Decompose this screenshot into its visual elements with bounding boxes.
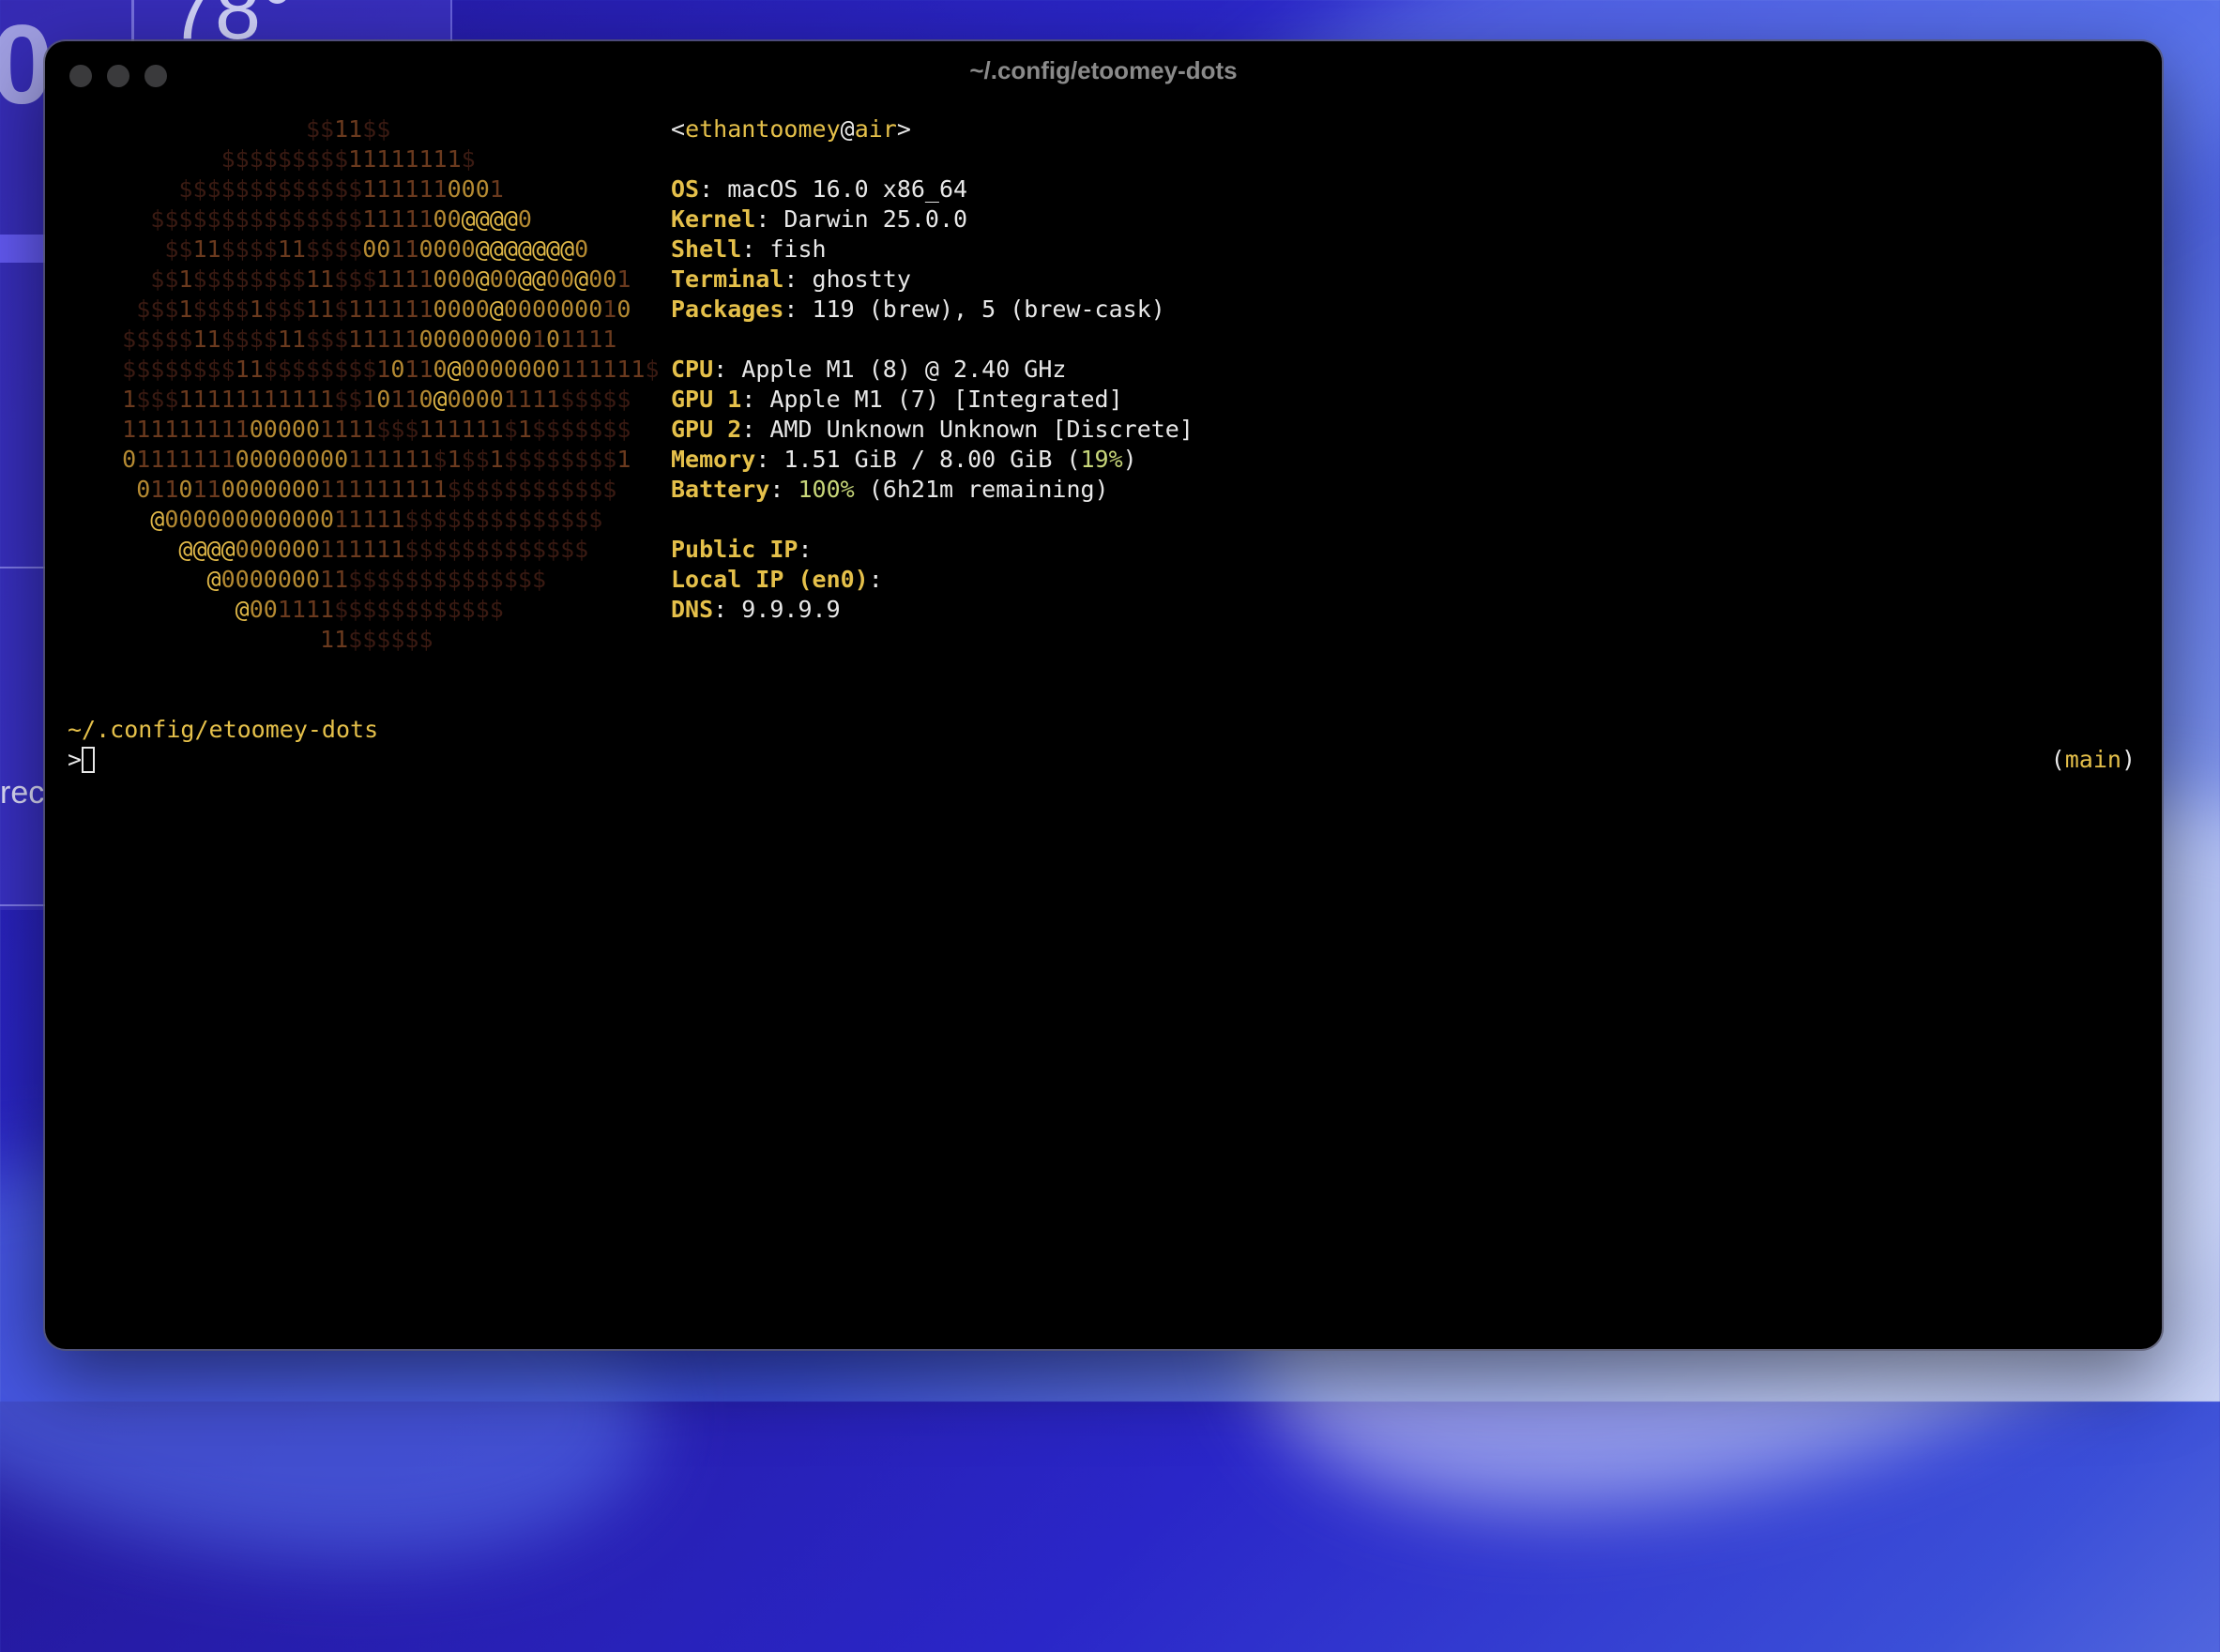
fetch-value: Apple M1 (7) [Integrated] bbox=[769, 386, 1123, 413]
git-branch-indicator: (main) bbox=[2050, 746, 2136, 773]
fetch-value-tail: (6h21m remaining) bbox=[854, 476, 1109, 503]
fetch-key: Local IP (en0) bbox=[671, 566, 869, 593]
fetch-value: 1.51 GiB / 8.00 GiB ( bbox=[783, 446, 1081, 473]
text-cursor[interactable] bbox=[82, 747, 96, 773]
ascii-logo-row: $$$$$$$$$$$$$1111110001 bbox=[178, 175, 504, 203]
fetch-key: Shell bbox=[671, 235, 742, 263]
fetch-row: Kernel: Darwin 25.0.0 bbox=[671, 205, 968, 233]
fetch-row: DNS: 9.9.9.9 bbox=[671, 596, 841, 623]
prompt-input-line[interactable]: > bbox=[68, 745, 96, 775]
fetch-key: OS bbox=[671, 175, 700, 203]
ascii-logo-row: 1$$$11111111111$$10110@00001111$$$$$ bbox=[122, 386, 631, 413]
terminal-window[interactable]: ~/.config/etoomey-dots $$11$$ $$$$$$$$$1… bbox=[45, 41, 2162, 1349]
fetch-key: Kernel bbox=[671, 205, 756, 233]
fetch-key: Public IP bbox=[671, 536, 798, 563]
ascii-logo-row: 11$$$$$$ bbox=[320, 626, 433, 653]
ascii-logo: $$11$$ $$$$$$$$$11111111$ $$$$$$$$$$$$$1… bbox=[94, 114, 660, 655]
fetch-key: GPU 1 bbox=[671, 386, 742, 413]
fetch-key: Memory bbox=[671, 446, 756, 473]
ascii-logo-row: $$$1$$$$1$$$11$1111110000@000000010 bbox=[136, 296, 631, 323]
background-widget-text: rec bbox=[0, 775, 45, 811]
git-branch-name: main bbox=[2064, 746, 2121, 773]
fetch-key: Terminal bbox=[671, 265, 784, 293]
fetch-row: Shell: fish bbox=[671, 235, 827, 263]
fetch-value: fish bbox=[769, 235, 827, 263]
ascii-logo-row: $$$$$$$$$11111111$ bbox=[220, 145, 476, 173]
fetch-value: ghostty bbox=[812, 265, 911, 293]
fetch-key: CPU bbox=[671, 356, 714, 383]
fetch-value-tail: ) bbox=[1122, 446, 1137, 473]
fetch-key: DNS bbox=[671, 596, 714, 623]
ascii-logo-row: @001111$$$$$$$$$$$$ bbox=[235, 596, 504, 623]
fetch-key: Packages bbox=[671, 296, 784, 323]
fetch-row: GPU 2: AMD Unknown Unknown [Discrete] bbox=[671, 416, 1194, 443]
fetch-value: AMD Unknown Unknown [Discrete] bbox=[769, 416, 1194, 443]
fetch-percent: 19% bbox=[1080, 446, 1123, 473]
fetch-value: macOS 16.0 x86_64 bbox=[727, 175, 968, 203]
ascii-logo-row: @00000000000011111$$$$$$$$$$$$$$ bbox=[150, 506, 603, 533]
prompt-symbol: > bbox=[68, 746, 83, 773]
fetch-value: Apple M1 (8) @ 2.40 GHz bbox=[741, 356, 1067, 383]
username: ethantoomey bbox=[685, 115, 841, 143]
fetch-row: Local IP (en0): bbox=[671, 566, 897, 593]
ascii-logo-row: $$$$$$$$11$$$$$$$$10110@0000000111111$ bbox=[122, 356, 660, 383]
ascii-logo-row: $$1$$$$$$$$11$$$1111000@00@@00@001 bbox=[150, 265, 631, 293]
user-host-line: <ethantoomey@air> bbox=[671, 115, 911, 143]
prompt-path: ~/.config/etoomey-dots bbox=[68, 716, 379, 743]
fetch-key: Battery bbox=[671, 476, 770, 503]
fetch-row: Packages: 119 (brew), 5 (brew-cask) bbox=[671, 296, 1165, 323]
ascii-logo-row: 0111111100000000111111$1$$1$$$$$$$$1 bbox=[122, 446, 631, 473]
window-title: ~/.config/etoomey-dots bbox=[969, 56, 1238, 84]
fetch-value: 119 (brew), 5 (brew-cask) bbox=[812, 296, 1165, 323]
fetch-percent: 100% bbox=[798, 476, 855, 503]
ascii-logo-row: $$$$$11$$$$11$$$1111100000000101111 bbox=[122, 326, 617, 353]
fetch-row: GPU 1: Apple M1 (7) [Integrated] bbox=[671, 386, 1123, 413]
fetch-value: Darwin 25.0.0 bbox=[783, 205, 968, 233]
fetch-row: CPU: Apple M1 (8) @ 2.40 GHz bbox=[671, 356, 1067, 383]
ascii-logo-row: $$11$$ bbox=[305, 115, 391, 143]
ascii-logo-row: 111111111000001111$$$111111$1$$$$$$$ bbox=[122, 416, 631, 443]
fetch-row: Battery: 100% (6h21m remaining) bbox=[671, 476, 1109, 503]
ascii-logo-row: @000000011$$$$$$$$$$$$$$ bbox=[206, 566, 547, 593]
ascii-logo-row: @@@@000000111111$$$$$$$$$$$$$ bbox=[178, 536, 589, 563]
fetch-row: Memory: 1.51 GiB / 8.00 GiB (19%) bbox=[671, 446, 1137, 473]
window-titlebar[interactable]: ~/.config/etoomey-dots bbox=[45, 41, 2162, 105]
ascii-logo-row: $$11$$$$11$$$$00110000@@@@@@@0 bbox=[164, 235, 589, 263]
hostname: air bbox=[854, 115, 897, 143]
fetch-key: GPU 2 bbox=[671, 416, 742, 443]
fetch-value: 9.9.9.9 bbox=[741, 596, 841, 623]
fetch-row: Public IP: bbox=[671, 536, 827, 563]
ascii-logo-row: $$$$$$$$$$$$$$$1111100@@@@0 bbox=[150, 205, 532, 233]
fetch-output: <ethantoomey@air> OS: macOS 16.0 x86_64 K… bbox=[671, 114, 1194, 625]
ascii-logo-row: 0110110000000111111111$$$$$$$$$$$$ bbox=[136, 476, 617, 503]
fetch-row: Terminal: ghostty bbox=[671, 265, 911, 293]
fetch-row: OS: macOS 16.0 x86_64 bbox=[671, 175, 968, 203]
